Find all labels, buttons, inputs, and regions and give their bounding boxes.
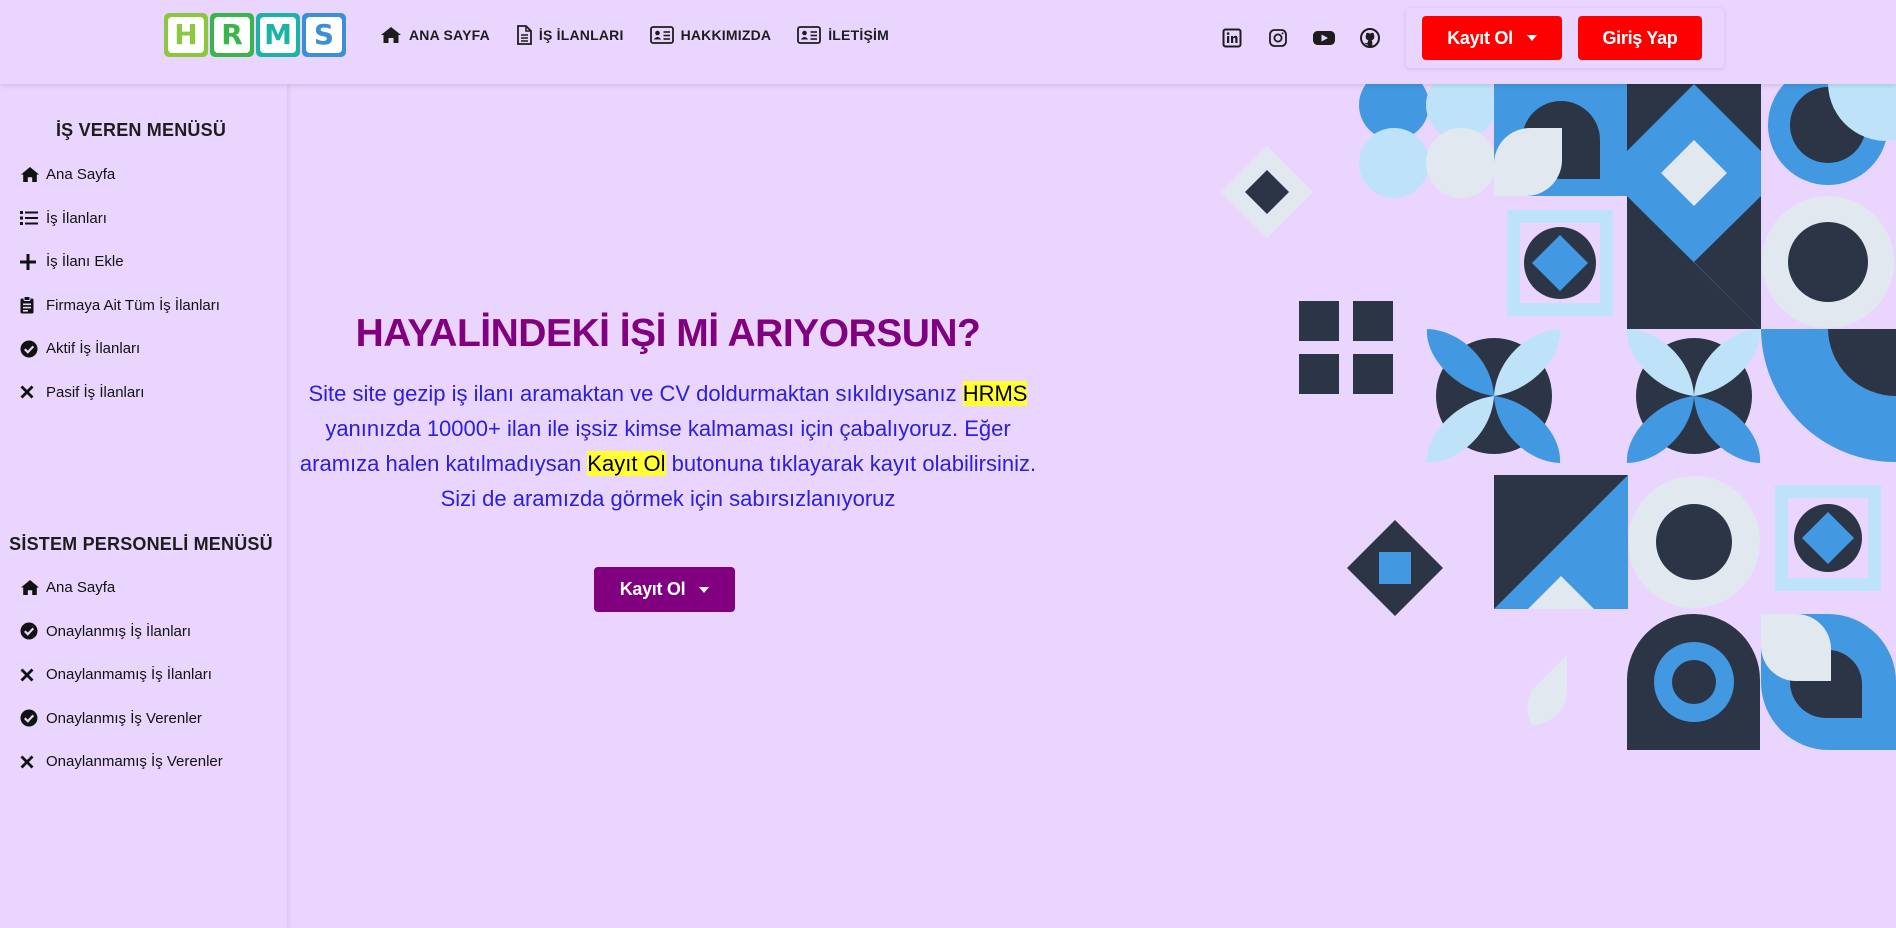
clipboard-icon <box>20 295 42 315</box>
login-button[interactable]: Giriş Yap <box>1578 16 1702 60</box>
staff-menu-title: SİSTEM PERSONELİ MENÜSÜ <box>9 534 273 554</box>
sidebar-item-unapproved-employers[interactable]: Onaylanmamış İş Verenler <box>20 740 223 784</box>
sidebar-item-unapproved-jobs[interactable]: Onaylanmamış İş İlanları <box>20 653 223 697</box>
sidebar-item-label: Ana Sayfa <box>46 166 116 184</box>
hero-text-part: Site site gezip iş ilanı aramaktan ve CV… <box>308 381 963 406</box>
x-icon <box>20 382 42 402</box>
sidebar-item-label: İş İlanı Ekle <box>46 253 124 271</box>
nav-about[interactable]: HAKKIMIZDA <box>649 26 772 44</box>
sidebar-item-company-jobs[interactable]: Firmaya Ait Tüm İş İlanları <box>20 284 220 328</box>
social-links <box>1220 26 1382 50</box>
x-icon <box>20 752 42 772</box>
sidebar-item-label: Onaylanmış İş İlanları <box>46 622 192 640</box>
check-circle-icon <box>20 339 42 359</box>
register-dropdown-button[interactable]: Kayıt Ol <box>1422 16 1562 60</box>
hero-register-dropdown-button[interactable]: Kayıt Ol <box>594 567 735 612</box>
logo-letter: H <box>168 17 204 53</box>
logo-tile-h: H <box>164 13 208 57</box>
register-button-label: Kayıt Ol <box>1447 27 1513 48</box>
sidebar-item-add-job[interactable]: İş İlanı Ekle <box>20 240 220 284</box>
sidebar-item-label: Aktif İş İlanları <box>46 340 141 358</box>
hero-description: Site site gezip iş ilanı aramaktan ve CV… <box>290 376 1046 516</box>
sidebar-item-label: Ana Sayfa <box>46 579 116 597</box>
linkedin-icon[interactable] <box>1220 26 1244 50</box>
x-icon <box>20 665 42 685</box>
id-card-icon <box>797 26 822 44</box>
nav-contact[interactable]: İLETİŞİM <box>797 26 889 44</box>
sidebar-item-approved-employers[interactable]: Onaylanmış İş Verenler <box>20 697 223 741</box>
logo-tile-s: S <box>302 13 346 57</box>
sidebar-item-passive-jobs[interactable]: Pasif İş İlanları <box>20 371 220 415</box>
employer-menu: Ana Sayfa İş İlanları İş İlanı Ekle Firm… <box>20 153 220 414</box>
caret-down-icon <box>699 586 710 593</box>
hero-title: HAYALİNDEKİ İŞİ Mİ ARIYORSUN? <box>355 312 981 355</box>
logo-tile-m: M <box>256 13 300 57</box>
list-icon <box>20 208 42 228</box>
geometric-pattern-illustration <box>1221 84 1896 750</box>
main-nav: ANA SAYFA İŞ İLANLARI HAKKIMIZDA İLETİŞİ… <box>380 25 915 45</box>
home-icon <box>20 578 42 598</box>
hero-register-label: Kayıt Ol <box>619 579 686 599</box>
nav-home-label: ANA SAYFA <box>409 27 490 43</box>
nav-job-listings-label: İŞ İLANLARI <box>538 27 624 43</box>
sidebar-item-label: Onaylanmamış İş İlanları <box>46 666 212 684</box>
sidebar-item-label: Onaylanmamış İş Verenler <box>46 753 223 771</box>
check-circle-icon <box>20 708 42 728</box>
sidebar-item-label: İş İlanları <box>46 209 107 227</box>
home-icon <box>20 165 42 185</box>
logo-letter: S <box>306 17 342 53</box>
staff-menu: Ana Sayfa Onaylanmış İş İlanları Onaylan… <box>20 566 223 784</box>
sidebar-item-label: Pasif İş İlanları <box>46 383 145 401</box>
hero-highlight-register: Kayıt Ol <box>587 451 666 476</box>
sidebar-item-label: Onaylanmış İş Verenler <box>46 709 202 727</box>
hero-highlight-hrms: HRMS <box>962 381 1028 406</box>
logo-letter: R <box>214 17 250 53</box>
sidebar: İŞ VEREN MENÜSÜ Ana Sayfa İş İlanları İş… <box>0 84 287 928</box>
sidebar-item-job-listings[interactable]: İş İlanları <box>20 197 220 241</box>
login-button-label: Giriş Yap <box>1602 27 1678 48</box>
github-icon[interactable] <box>1358 26 1382 50</box>
sidebar-item-label: Firmaya Ait Tüm İş İlanları <box>46 296 220 314</box>
home-icon <box>381 27 401 43</box>
logo-letter: M <box>260 17 296 53</box>
file-icon <box>517 25 532 45</box>
logo-tile-r: R <box>210 13 254 57</box>
nav-contact-label: İLETİŞİM <box>828 27 889 43</box>
instagram-icon[interactable] <box>1266 26 1290 50</box>
caret-down-icon <box>1526 35 1537 41</box>
auth-buttons: Kayıt Ol Giriş Yap <box>1406 8 1724 68</box>
check-circle-icon <box>20 621 42 641</box>
plus-icon <box>20 252 42 272</box>
sidebar-item-employer-home[interactable]: Ana Sayfa <box>20 153 220 197</box>
hrms-logo[interactable]: H R M S <box>164 13 346 57</box>
employer-menu-title: İŞ VEREN MENÜSÜ <box>55 120 227 140</box>
id-card-icon <box>649 26 674 44</box>
youtube-icon[interactable] <box>1312 26 1336 50</box>
sidebar-item-approved-jobs[interactable]: Onaylanmış İş İlanları <box>20 610 223 654</box>
sidebar-item-staff-home[interactable]: Ana Sayfa <box>20 566 223 610</box>
top-navbar: H R M S ANA SAYFA İŞ İLANLARI HAKKIMIZDA… <box>0 0 1896 84</box>
nav-home[interactable]: ANA SAYFA <box>380 26 490 44</box>
nav-job-listings[interactable]: İŞ İLANLARI <box>516 25 624 45</box>
nav-about-label: HAKKIMIZDA <box>680 27 772 43</box>
sidebar-item-active-jobs[interactable]: Aktif İş İlanları <box>20 327 220 371</box>
